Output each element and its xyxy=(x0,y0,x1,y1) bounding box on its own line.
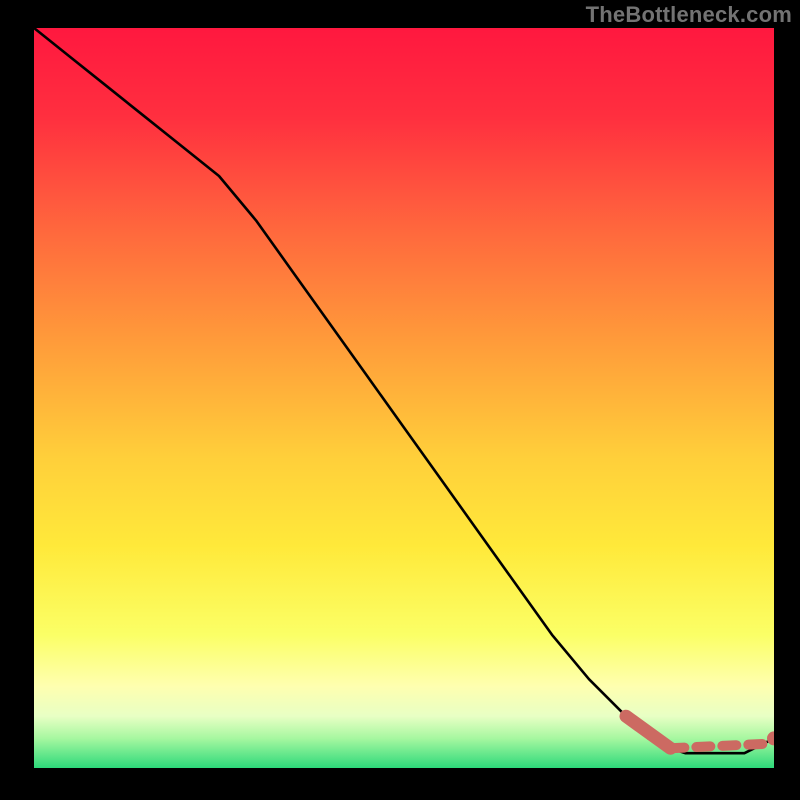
plot-svg xyxy=(34,28,774,768)
plot-area xyxy=(34,28,774,768)
watermark-text: TheBottleneck.com xyxy=(586,2,792,28)
gradient-background xyxy=(34,28,774,768)
chart-frame: TheBottleneck.com xyxy=(0,0,800,800)
